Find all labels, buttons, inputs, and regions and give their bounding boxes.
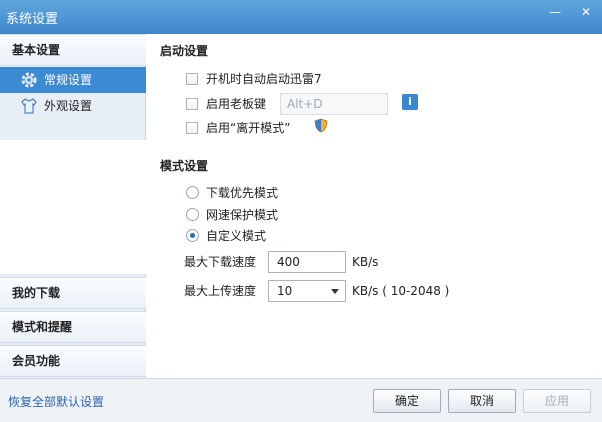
cancel-button[interactable]: 取消 [448, 389, 516, 413]
window-title: 系统设置 [6, 12, 59, 27]
max-upload-select[interactable]: 10 [268, 280, 346, 302]
sidebar-item-appearance[interactable]: 外观设置 [0, 93, 146, 119]
restore-defaults-link[interactable]: 恢复全部默认设置 [8, 393, 104, 410]
mode-option-label: 下载优先模式 [206, 186, 279, 200]
minimize-icon[interactable]: — [546, 4, 564, 20]
apply-button[interactable]: 应用 [523, 389, 591, 413]
sidebar: 基本设置 常规设置 外观设置 我的下载 模式和提醒 会员功能 [0, 34, 146, 378]
mode-section-title: 模式设置 [160, 159, 209, 173]
shirt-icon [20, 97, 38, 115]
ok-button[interactable]: 确定 [373, 389, 441, 413]
download-priority-radio[interactable] [186, 186, 199, 199]
chevron-down-icon[interactable] [331, 289, 339, 294]
sidebar-item-label: 外观设置 [44, 99, 93, 113]
info-icon[interactable]: i [402, 94, 418, 110]
network-protect-radio[interactable] [186, 208, 199, 221]
sidebar-section-membership[interactable]: 会员功能 [0, 345, 146, 377]
max-download-label: 最大下载速度 [184, 255, 257, 269]
sidebar-item-label: 常规设置 [44, 73, 93, 87]
mode-option-label: 网速保护模式 [206, 208, 279, 222]
custom-mode-radio[interactable] [186, 229, 199, 242]
sidebar-spacer [0, 140, 146, 274]
sidebar-section-downloads[interactable]: 我的下载 [0, 277, 146, 309]
sidebar-section-mode-alerts[interactable]: 模式和提醒 [0, 311, 146, 343]
max-upload-value: 10 [277, 284, 293, 298]
boss-key-checkbox[interactable] [186, 98, 198, 110]
startup-section-title: 启动设置 [160, 44, 209, 58]
mode-option-label: 自定义模式 [206, 229, 267, 243]
away-mode-checkbox[interactable] [186, 122, 198, 134]
shield-icon [314, 118, 328, 133]
max-download-input[interactable]: 400 [268, 251, 346, 273]
boss-key-field[interactable]: Alt+D [280, 93, 388, 115]
max-download-unit: KB/s [352, 255, 379, 269]
max-upload-label: 最大上传速度 [184, 284, 257, 298]
gear-icon [20, 71, 38, 89]
title-bar: 系统设置 — ✕ [0, 0, 602, 34]
dialog-footer: 恢复全部默认设置 确定 取消 应用 [0, 378, 602, 422]
close-icon[interactable]: ✕ [577, 4, 595, 20]
away-mode-label: 启用“离开模式” [206, 121, 291, 135]
sidebar-section-basic[interactable]: 基本设置 [0, 34, 146, 66]
autostart-checkbox[interactable] [186, 73, 198, 85]
boss-key-label: 启用老板键 [206, 97, 267, 111]
settings-panel: 启动设置 开机时自动启动迅雷7 启用老板键 Alt+D i 启用“离开模式” 模… [146, 34, 602, 378]
max-upload-unit: KB/s ( 10-2048 ) [352, 284, 450, 298]
sidebar-item-general[interactable]: 常规设置 [0, 67, 146, 93]
autostart-label: 开机时自动启动迅雷7 [206, 72, 322, 86]
